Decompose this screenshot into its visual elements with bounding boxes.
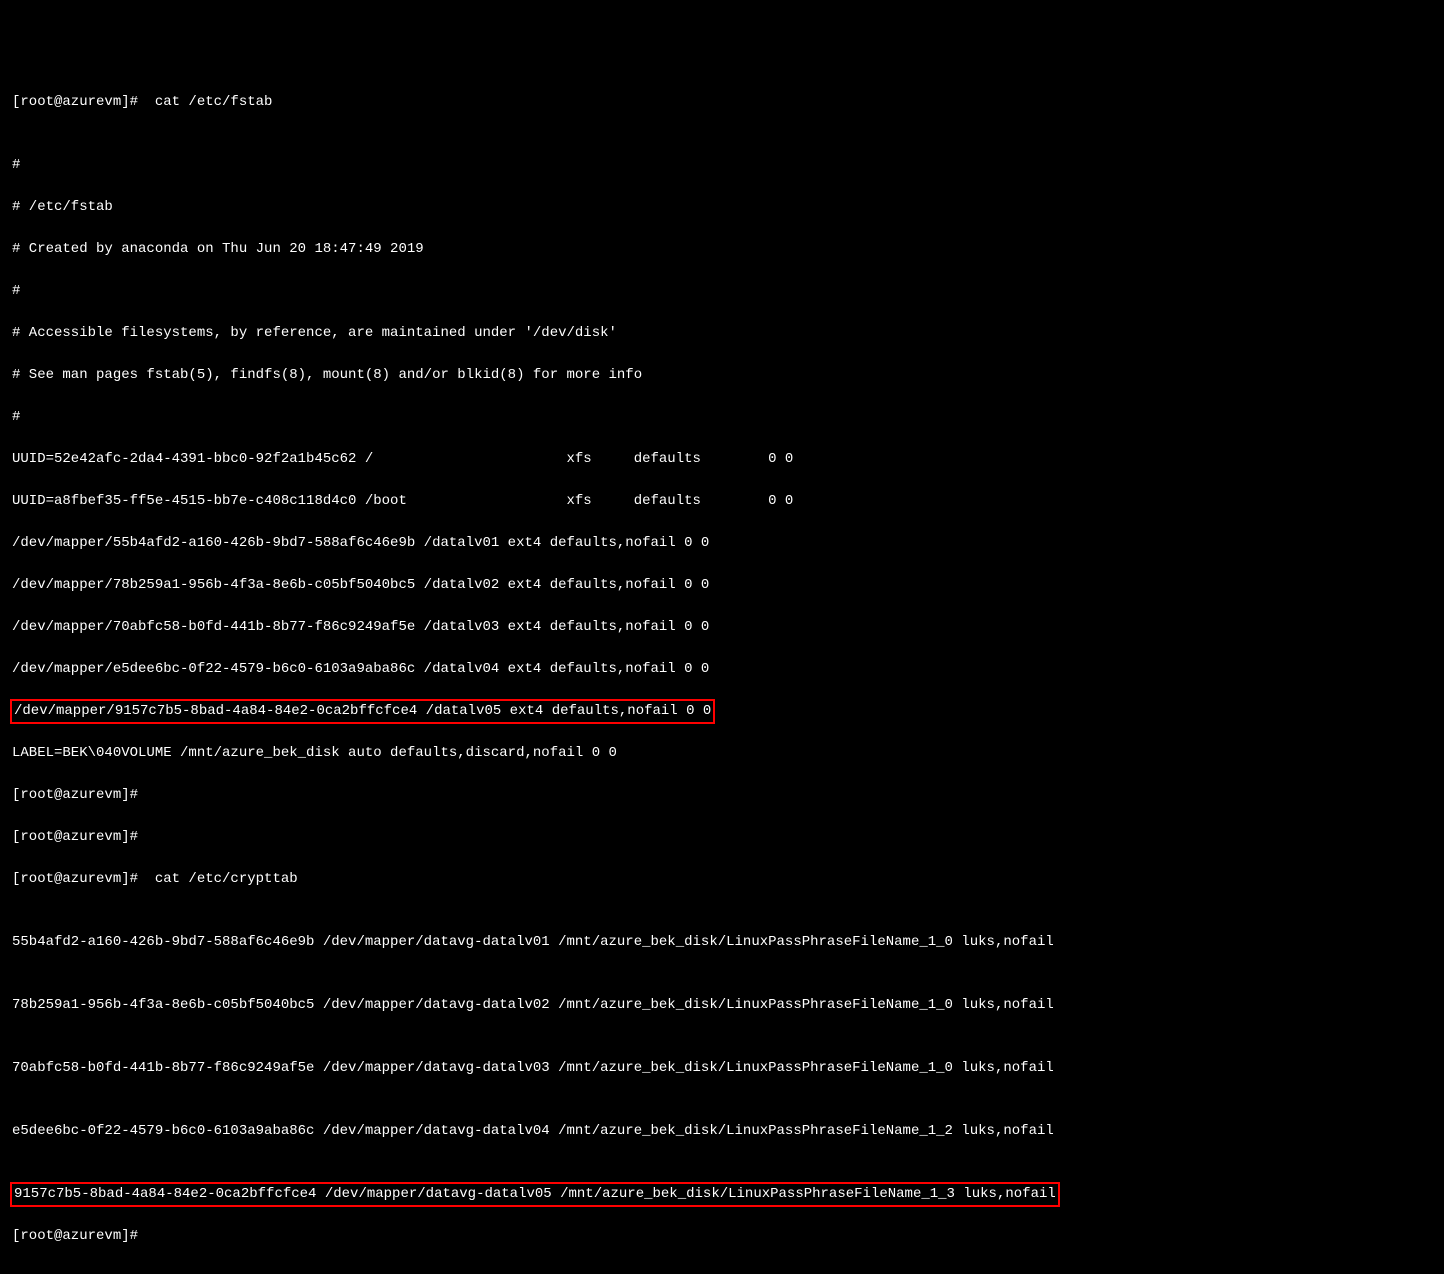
fstab-comment: # Accessible filesystems, by reference, … (12, 323, 1432, 344)
terminal-prompt-cat-crypttab: [root@azurevm]# cat /etc/crypttab (12, 869, 1432, 890)
fstab-comment: # (12, 281, 1432, 302)
fstab-entry-datalv01: /dev/mapper/55b4afd2-a160-426b-9bd7-588a… (12, 533, 1432, 554)
crypttab-entry-datalv05-highlighted: 9157c7b5-8bad-4a84-84e2-0ca2bffcfce4 /de… (10, 1182, 1060, 1207)
fstab-entry-datalv03: /dev/mapper/70abfc58-b0fd-441b-8b77-f86c… (12, 617, 1432, 638)
fstab-entry-root: UUID=52e42afc-2da4-4391-bbc0-92f2a1b45c6… (12, 449, 1432, 470)
fstab-entry-bek: LABEL=BEK\040VOLUME /mnt/azure_bek_disk … (12, 743, 1432, 764)
terminal-prompt: [root@azurevm]# (12, 785, 1432, 806)
fstab-entry-datalv02: /dev/mapper/78b259a1-956b-4f3a-8e6b-c05b… (12, 575, 1432, 596)
fstab-entry-boot: UUID=a8fbef35-ff5e-4515-bb7e-c408c118d4c… (12, 491, 1432, 512)
crypttab-entry-datalv02: 78b259a1-956b-4f3a-8e6b-c05bf5040bc5 /de… (12, 995, 1432, 1016)
fstab-entry-datalv05-highlighted: /dev/mapper/9157c7b5-8bad-4a84-84e2-0ca2… (10, 699, 715, 724)
crypttab-entry-datalv01: 55b4afd2-a160-426b-9bd7-588af6c46e9b /de… (12, 932, 1432, 953)
fstab-comment: # (12, 155, 1432, 176)
crypttab-entry-datalv04: e5dee6bc-0f22-4579-b6c0-6103a9aba86c /de… (12, 1121, 1432, 1142)
terminal-prompt-cat-fstab: [root@azurevm]# cat /etc/fstab (12, 92, 1432, 113)
fstab-comment: # /etc/fstab (12, 197, 1432, 218)
crypttab-entry-datalv03: 70abfc58-b0fd-441b-8b77-f86c9249af5e /de… (12, 1058, 1432, 1079)
terminal-prompt: [root@azurevm]# (12, 827, 1432, 848)
fstab-comment: # See man pages fstab(5), findfs(8), mou… (12, 365, 1432, 386)
fstab-comment: # (12, 407, 1432, 428)
terminal-prompt: [root@azurevm]# (12, 1226, 1432, 1247)
fstab-entry-datalv04: /dev/mapper/e5dee6bc-0f22-4579-b6c0-6103… (12, 659, 1432, 680)
fstab-comment: # Created by anaconda on Thu Jun 20 18:4… (12, 239, 1432, 260)
